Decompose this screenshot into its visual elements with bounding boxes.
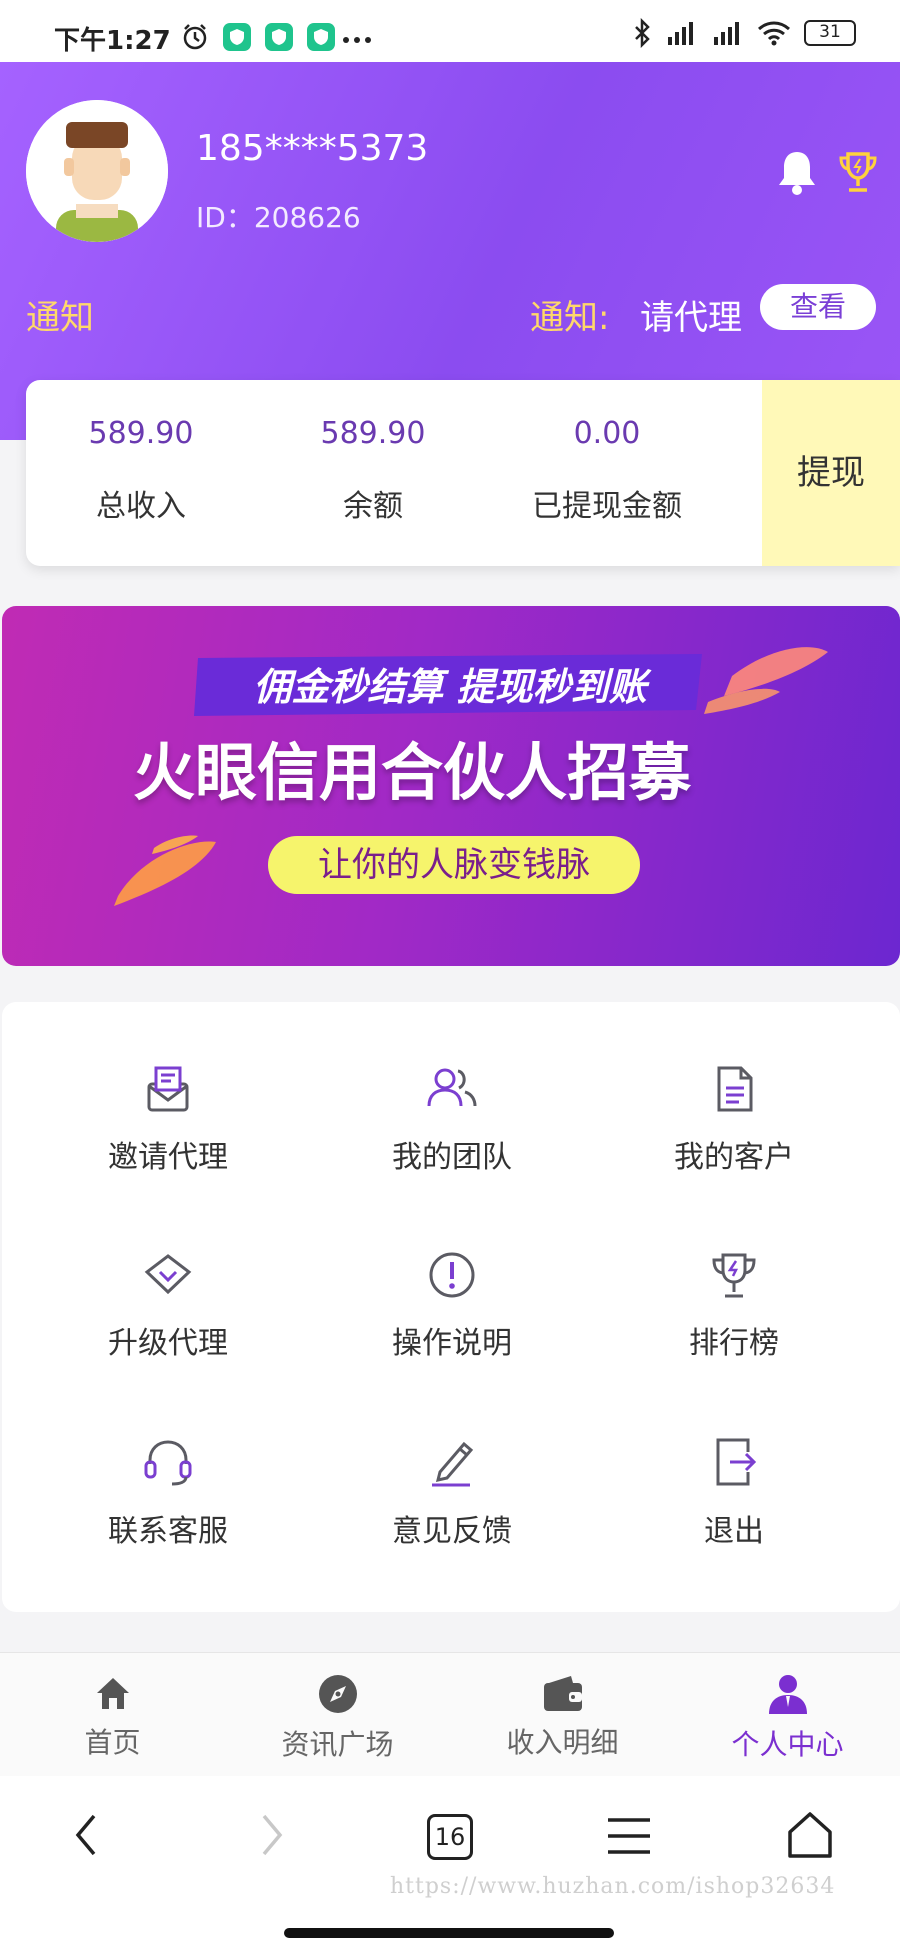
back-icon[interactable]	[70, 1810, 102, 1860]
status-bar: 下午1:27 31	[0, 0, 900, 62]
menu-leaderboard[interactable]: 排行榜	[614, 1250, 854, 1390]
menu-label: 我的客户	[674, 1140, 794, 1175]
tabs-button[interactable]: 16	[427, 1814, 473, 1860]
diamond-icon	[144, 1254, 192, 1295]
menu-my-customers[interactable]: 我的客户	[614, 1064, 854, 1204]
headset-icon	[144, 1440, 192, 1486]
menu-upgrade-agent[interactable]: 升级代理	[48, 1250, 288, 1390]
avatar[interactable]	[26, 100, 168, 242]
notice-label: 通知:	[530, 298, 610, 338]
avatar-illustration-icon	[26, 100, 168, 242]
stat-label: 余额	[343, 489, 403, 524]
pencil-icon	[432, 1441, 474, 1487]
home-icon	[96, 1678, 129, 1709]
feature-grid: 邀请代理 我的团队 我的客户 升级代理 操作说明 排行榜 联系客服 意见反馈 退…	[2, 1002, 900, 1612]
stat-value: 589.90	[88, 416, 194, 451]
earnings-card: 589.90 总收入 589.90 余额 0.00 已提现金额 提现	[26, 380, 900, 566]
shield-app-icon	[307, 23, 335, 51]
user-id: ID：208626	[196, 201, 361, 234]
bell-icon[interactable]	[776, 148, 818, 196]
menu-contact-support[interactable]: 联系客服	[48, 1436, 288, 1576]
battery-level: 31	[819, 22, 841, 42]
menu-label: 我的团队	[392, 1140, 512, 1175]
shield-app-icon	[223, 23, 251, 51]
stat-value: 0.00	[573, 416, 641, 451]
battery-icon: 31	[804, 20, 856, 46]
trophy-icon	[712, 1253, 756, 1298]
stat-value: 589.90	[320, 416, 426, 451]
forward-icon[interactable]	[256, 1810, 288, 1860]
gesture-bar[interactable]	[284, 1928, 614, 1938]
envelope-icon	[147, 1066, 189, 1112]
wallet-icon	[543, 1676, 582, 1711]
stat-balance[interactable]: 589.90 余额	[258, 416, 488, 525]
wifi-icon	[758, 21, 790, 46]
nav-label: 个人中心	[731, 1728, 844, 1761]
menu-label: 意见反馈	[392, 1514, 512, 1549]
nav-home[interactable]: 首页	[0, 1673, 225, 1761]
view-notice-button[interactable]: 查看	[760, 284, 876, 330]
user-phone: 185****5373	[196, 128, 429, 169]
home-outline-icon[interactable]	[786, 1810, 834, 1860]
bottom-nav: 首页 资讯广场 收入明细 个人中心	[0, 1652, 900, 1776]
menu-invite-agent[interactable]: 邀请代理	[48, 1064, 288, 1204]
shield-app-icon	[265, 23, 293, 51]
document-icon	[717, 1066, 753, 1112]
menu-my-team[interactable]: 我的团队	[332, 1064, 572, 1204]
banner-pill: 让你的人脉变钱脉	[318, 845, 590, 885]
logout-icon	[716, 1438, 757, 1486]
menu-logout[interactable]: 退出	[614, 1436, 854, 1576]
menu-label: 排行榜	[689, 1326, 779, 1361]
exclamation-icon	[429, 1252, 475, 1298]
nav-income[interactable]: 收入明细	[450, 1673, 675, 1761]
nav-news[interactable]: 资讯广场	[225, 1673, 450, 1763]
person-icon	[768, 1675, 807, 1714]
promo-banner[interactable]: 佣金秒结算 提现秒到账 火眼信用合伙人招募 让你的人脉变钱脉	[2, 606, 900, 966]
status-time: 下午1:27	[54, 26, 171, 56]
trophy-icon[interactable]	[838, 150, 878, 194]
menu-icon[interactable]	[606, 1816, 652, 1856]
menu-label: 联系客服	[108, 1514, 228, 1549]
bluetooth-icon	[635, 18, 650, 48]
menu-feedback[interactable]: 意见反馈	[332, 1436, 572, 1576]
menu-instructions[interactable]: 操作说明	[332, 1250, 572, 1390]
browser-toolbar: 16 https://www.huzhan.com/ishop32634	[0, 1776, 900, 1950]
nav-profile[interactable]: 个人中心	[675, 1673, 900, 1763]
watermark: https://www.huzhan.com/ishop32634	[390, 1874, 836, 1899]
menu-label: 操作说明	[392, 1326, 512, 1361]
stat-label: 已提现金额	[532, 489, 682, 524]
stat-label: 总收入	[96, 489, 186, 524]
alarm-icon	[183, 24, 207, 50]
banner-headline: 火眼信用合伙人招募	[132, 736, 691, 809]
signal-hd-icon	[668, 22, 693, 45]
menu-label: 退出	[704, 1514, 764, 1549]
stat-withdrawn[interactable]: 0.00 已提现金额	[492, 416, 722, 525]
nav-label: 收入明细	[506, 1726, 619, 1759]
team-icon	[427, 1068, 477, 1107]
nav-label: 资讯广场	[281, 1728, 394, 1761]
notice-text: 请代理	[640, 298, 742, 338]
more-notifications-icon	[343, 37, 371, 43]
withdraw-button[interactable]: 提现	[762, 380, 900, 566]
notice-title: 通知	[26, 298, 94, 338]
stat-total-income[interactable]: 589.90 总收入	[26, 416, 256, 525]
menu-label: 升级代理	[108, 1326, 228, 1361]
compass-icon	[318, 1675, 357, 1713]
signal-icon	[714, 22, 739, 45]
nav-label: 首页	[84, 1726, 141, 1759]
banner-top-line: 佣金秒结算 提现秒到账	[253, 665, 647, 709]
menu-label: 邀请代理	[108, 1140, 228, 1175]
